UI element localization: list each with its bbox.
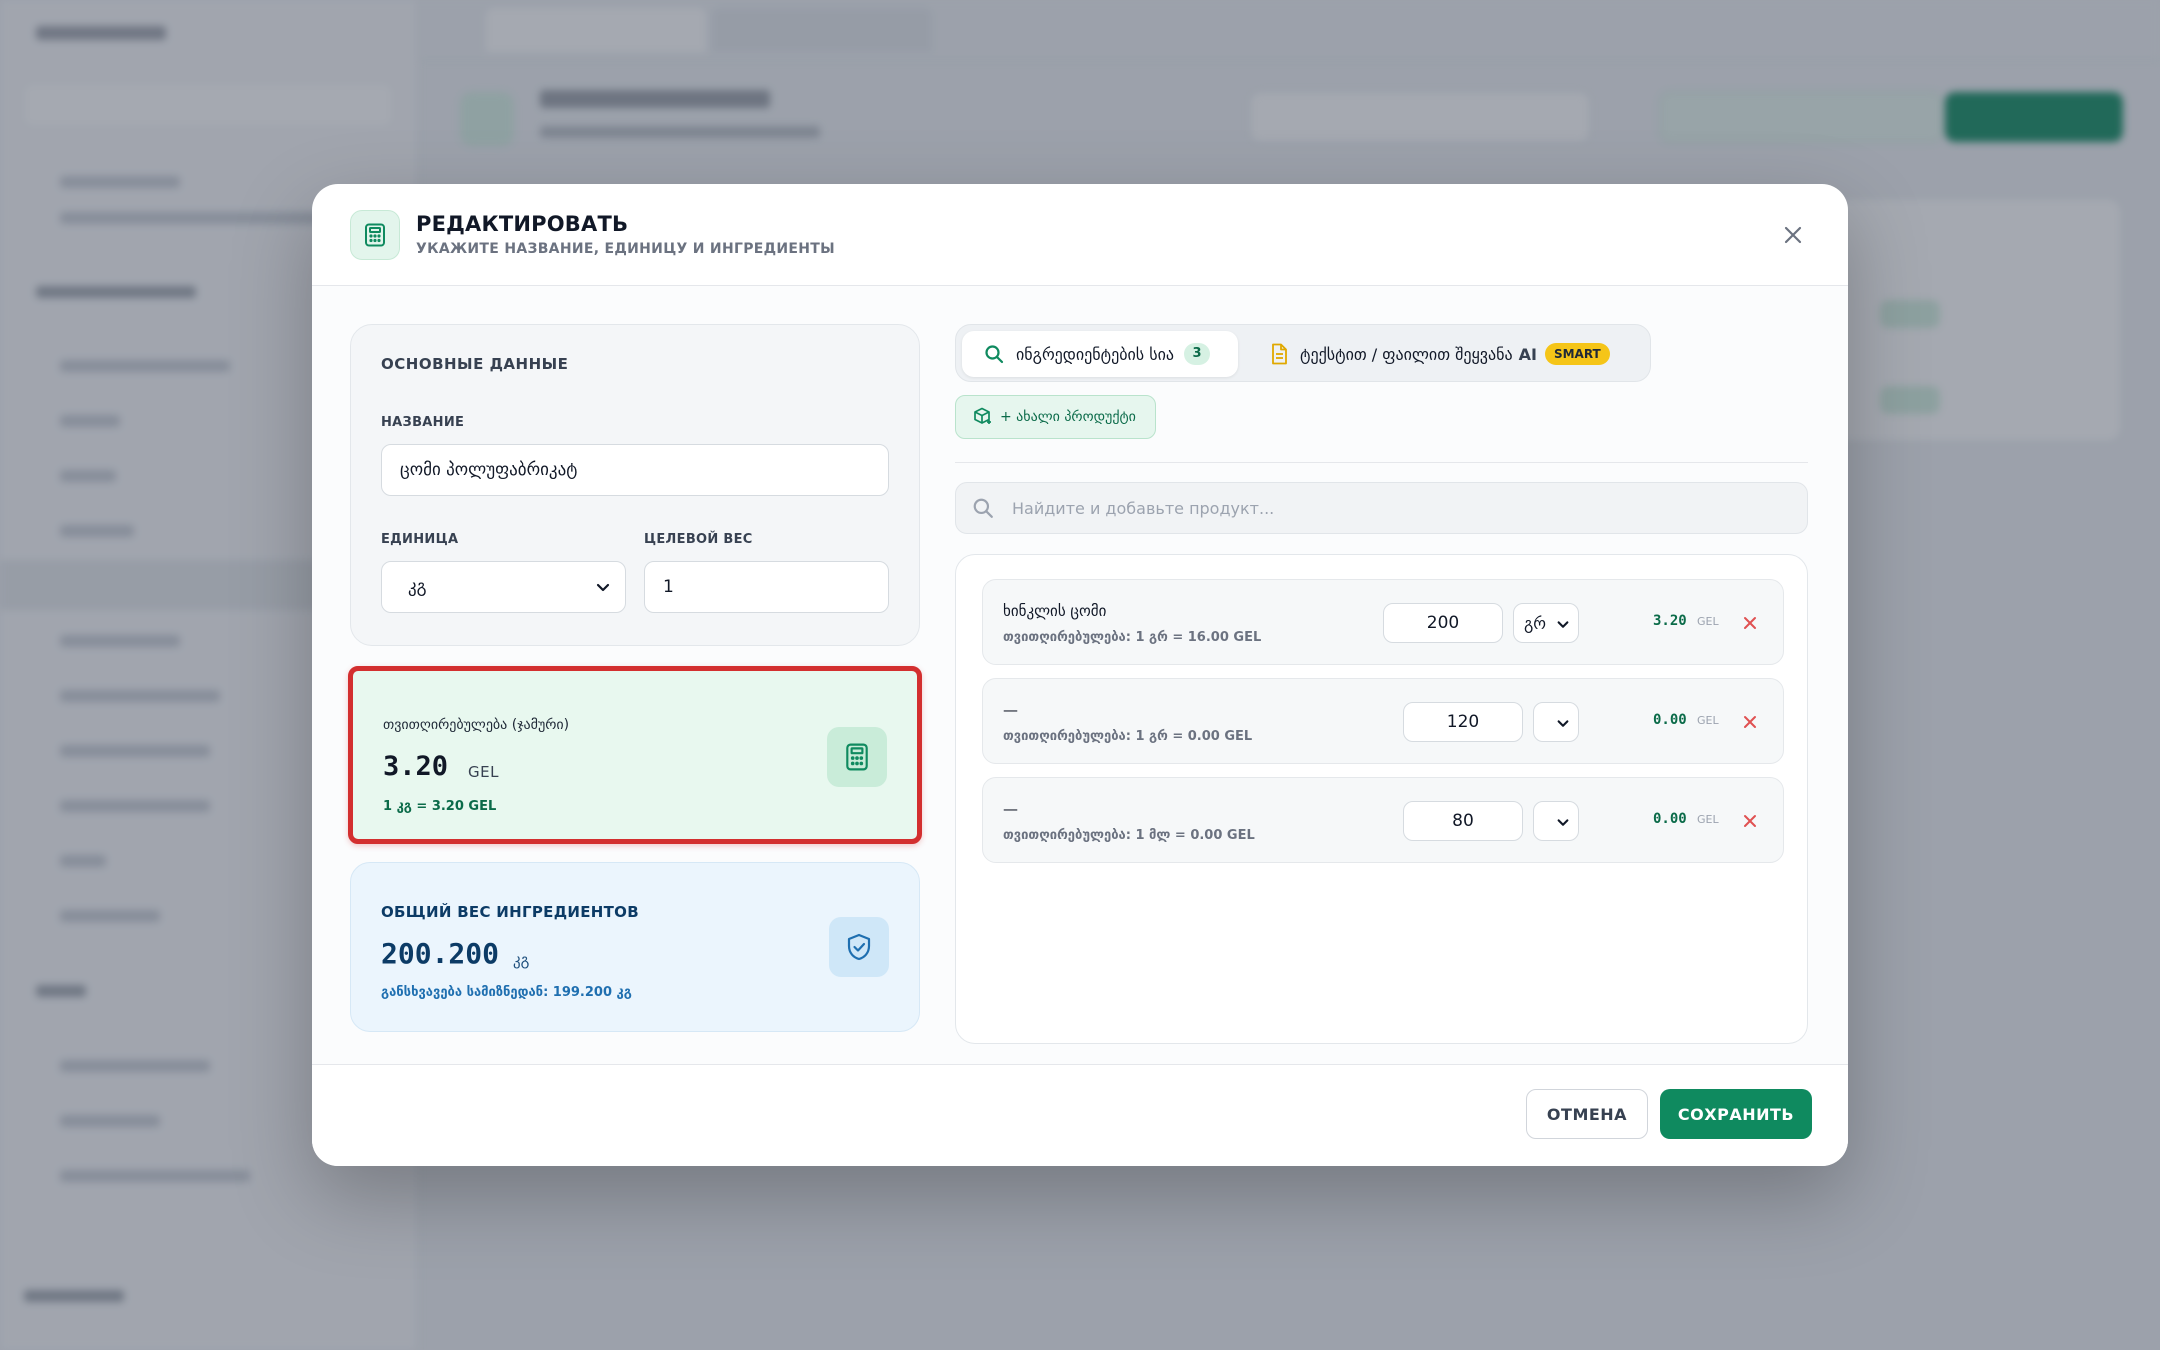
cancel-button[interactable]: ОТМЕНА <box>1526 1089 1648 1139</box>
weight-value: 200.200 <box>381 937 500 970</box>
name-field[interactable]: ცომი პოლუფაბრიკატ <box>381 444 889 496</box>
name-label: НАЗВАНИЕ <box>381 415 465 430</box>
unit-label: ЕДИНИЦА <box>381 532 459 547</box>
cost-currency: GEL <box>468 763 499 781</box>
box-plus-icon <box>972 407 992 427</box>
ingredient-currency: GEL <box>1697 813 1719 826</box>
ingredient-unit-select[interactable] <box>1533 702 1579 742</box>
cost-per-unit-note: 1 კგ = 3.20 GEL <box>383 799 497 814</box>
section-title: ОСНОВНЫЕ ДАННЫЕ <box>381 355 569 373</box>
ingredient-unit-select[interactable]: გრ <box>1513 603 1579 643</box>
ingredient-quantity-input[interactable]: 80 <box>1403 801 1523 841</box>
product-search-placeholder: Найдите и добавьте продукт... <box>1012 498 1275 518</box>
weight-unit: კგ <box>513 951 530 969</box>
save-button[interactable]: СОХРАНИТЬ <box>1660 1089 1812 1139</box>
ingredient-currency: GEL <box>1697 714 1719 727</box>
total-weight-card: ОБЩИЙ ВЕС ИНГРЕДИЕНТОВ 200.200 კგ განსხვ… <box>350 862 920 1032</box>
basic-data-card: ОСНОВНЫЕ ДАННЫЕ НАЗВАНИЕ ცომი პოლუფაბრიკ… <box>350 324 920 646</box>
remove-ingredient-button[interactable] <box>1737 709 1763 735</box>
ingredient-name: — <box>1003 701 1018 719</box>
ingredient-unit-value: გრ <box>1524 613 1547 633</box>
modal-title: РЕДАКТИРОВАТЬ <box>416 212 629 236</box>
modal-footer: ОТМЕНА СОХРАНИТЬ <box>312 1064 1848 1166</box>
chevron-down-icon <box>1556 716 1570 735</box>
modal-subtitle: УКАЖИТЕ НАЗВАНИЕ, ЕДИНИЦУ И ИНГРЕДИЕНТЫ <box>416 241 835 257</box>
ingredient-currency: GEL <box>1697 615 1719 628</box>
ingredient-mode-tabs: ინგრედიენტების სია 3 ტექსტით / ფაილით შე… <box>955 324 1651 382</box>
target-weight-value: 1 <box>663 577 674 597</box>
remove-ingredient-button[interactable] <box>1737 808 1763 834</box>
tab-text-file-import-label: ტექსტით / ფაილით შეყვანა <box>1300 344 1513 364</box>
ingredient-quantity-input[interactable]: 200 <box>1383 603 1503 643</box>
ingredient-quantity-value: 80 <box>1452 811 1474 831</box>
ingredient-cost-meta: თვითღირებულება: 1 გრ = 16.00 GEL <box>1003 630 1262 645</box>
calculator-icon <box>827 727 887 787</box>
ingredient-unit-select[interactable] <box>1533 801 1579 841</box>
tab-ingredient-list[interactable]: ინგრედიენტების სია 3 <box>962 331 1238 377</box>
target-weight-input[interactable]: 1 <box>644 561 889 613</box>
add-new-product-label: + ახალი პროდუქტი <box>1000 409 1136 425</box>
smart-badge: SMART <box>1544 343 1610 365</box>
product-search-input[interactable]: Найдите и добавьте продукт... <box>955 482 1808 534</box>
chevron-down-icon <box>595 579 611 600</box>
divider <box>955 462 1808 463</box>
modal-header: РЕДАКТИРОВАТЬ УКАЖИТЕ НАЗВАНИЕ, ЕДИНИЦУ … <box>312 184 1848 286</box>
calculator-icon <box>350 210 400 260</box>
remove-ingredient-button[interactable] <box>1737 610 1763 636</box>
ingredient-row: — თვითღირებულება: 1 გრ = 0.00 GEL 120 0.… <box>982 678 1784 764</box>
ai-label: AI <box>1518 344 1537 364</box>
weight-label: ОБЩИЙ ВЕС ИНГРЕДИЕНТОВ <box>381 903 639 921</box>
chevron-down-icon <box>1556 617 1570 636</box>
unit-select-value: კგ <box>408 577 427 597</box>
cost-label: თვითღირებულება (ჯამური) <box>383 717 570 733</box>
ingredient-cost: 0.00 <box>1653 712 1687 728</box>
cost-summary-card: თვითღირებულება (ჯამური) 3.20 GEL 1 კგ = … <box>348 666 922 844</box>
ingredient-quantity-value: 120 <box>1446 712 1480 732</box>
ingredient-quantity-input[interactable]: 120 <box>1403 702 1523 742</box>
document-icon <box>1270 343 1288 365</box>
search-icon <box>972 497 994 523</box>
modal-body: ОСНОВНЫЕ ДАННЫЕ НАЗВАНИЕ ცომი პოლუფაბრიკ… <box>312 286 1848 1064</box>
shield-check-icon <box>829 917 889 977</box>
chevron-down-icon <box>1556 815 1570 834</box>
tab-ingredient-list-label: ინგრედიენტების სია <box>1016 344 1175 364</box>
weight-difference-note: განსხვავება სამიზნედან: 199.200 კგ <box>381 985 632 1000</box>
ingredient-cost: 3.20 <box>1653 613 1687 629</box>
close-icon[interactable] <box>1778 220 1808 250</box>
unit-select[interactable]: კგ <box>381 561 626 613</box>
ingredient-count-badge: 3 <box>1184 343 1211 365</box>
edit-modal: РЕДАКТИРОВАТЬ УКАЖИТЕ НАЗВАНИЕ, ЕДИНИЦУ … <box>312 184 1848 1166</box>
name-field-value: ცომი პოლუფაბრიკატ <box>400 460 578 480</box>
ingredient-cost: 0.00 <box>1653 811 1687 827</box>
cost-value: 3.20 <box>383 751 449 782</box>
target-weight-label: ЦЕЛЕВОЙ ВЕС <box>644 532 753 547</box>
ingredient-cost-meta: თვითღირებულება: 1 გრ = 0.00 GEL <box>1003 729 1253 744</box>
ingredient-name: — <box>1003 800 1018 818</box>
ingredient-quantity-value: 200 <box>1426 613 1460 633</box>
search-icon <box>984 344 1004 364</box>
ingredient-row: ხინკლის ცომი თვითღირებულება: 1 გრ = 16.0… <box>982 579 1784 665</box>
ingredient-row: — თვითღირებულება: 1 მლ = 0.00 GEL 80 0.0… <box>982 777 1784 863</box>
ingredient-cost-meta: თვითღირებულება: 1 მლ = 0.00 GEL <box>1003 828 1255 843</box>
add-new-product-button[interactable]: + ახალი პროდუქტი <box>955 395 1156 439</box>
ingredient-list: ხინკლის ცომი თვითღირებულება: 1 გრ = 16.0… <box>955 554 1808 1044</box>
tab-text-file-import[interactable]: ტექსტით / ფაილით შეყვანა AI SMART <box>1248 331 1644 377</box>
ingredient-name: ხინკლის ცომი <box>1003 602 1107 620</box>
